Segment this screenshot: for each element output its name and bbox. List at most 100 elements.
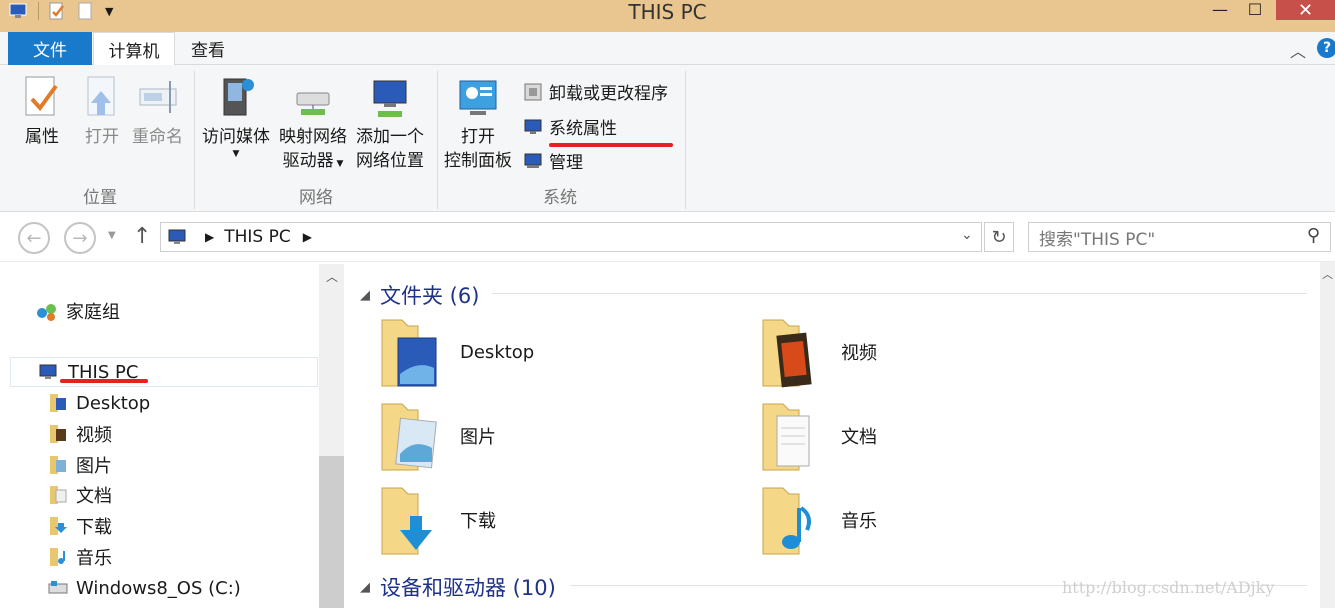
nav-item-desktop[interactable]: Desktop — [48, 389, 150, 417]
homegroup-icon — [37, 304, 56, 321]
folder-videos[interactable]: 视频 — [761, 314, 877, 390]
chevron-down-icon: ▼ — [333, 159, 344, 169]
recent-locations-button[interactable]: ▼ — [108, 230, 116, 241]
group-separator — [685, 71, 686, 209]
access-media-button[interactable]: 访问媒体 ▼ — [202, 73, 270, 159]
nav-scrollbar[interactable]: ︿ — [319, 264, 344, 608]
group-label-network: 网络 — [299, 188, 333, 208]
annotation-underline — [60, 379, 148, 383]
manage-button[interactable]: 管理 — [523, 148, 583, 173]
folder-documents-icon — [762, 403, 810, 471]
search-icon[interactable]: ⚲ — [1307, 225, 1320, 246]
rename-button[interactable]: 重命名 — [132, 73, 183, 149]
computer-icon — [39, 364, 57, 379]
help-icon[interactable]: ? — [1317, 38, 1335, 58]
nav-label: Desktop — [76, 392, 151, 414]
nav-item-pictures[interactable]: 图片 — [48, 451, 112, 479]
folder-videos-icon — [50, 425, 66, 443]
section-title: 设备和驱动器 (10) — [380, 576, 556, 600]
properties-button[interactable]: 属性 — [20, 73, 64, 149]
ribbon: 属性 打开 重命名 位置 访问媒体 ▼ 映射网络 驱动器 ▼ 添加一个 网络位置… — [0, 65, 1335, 212]
back-arrow-icon: ← — [26, 227, 42, 249]
group-label-location: 位置 — [83, 188, 117, 208]
folder-music[interactable]: 音乐 — [761, 482, 877, 558]
nav-item-documents[interactable]: 文档 — [48, 481, 112, 509]
add-network-location-button[interactable]: 添加一个 网络位置 — [356, 73, 424, 173]
collapse-caret-icon[interactable]: ◢ — [360, 580, 370, 595]
tab-file[interactable]: 文件 — [8, 32, 92, 65]
section-title: 文件夹 (6) — [380, 284, 480, 308]
minimize-button[interactable]: — — [1205, 0, 1235, 19]
folder-label: 音乐 — [841, 511, 877, 532]
up-button[interactable]: ↑ — [133, 224, 151, 249]
folder-pictures[interactable]: 图片 — [380, 398, 496, 474]
map-network-drive-button[interactable]: 映射网络 驱动器 ▼ — [279, 73, 347, 176]
nav-label: 家庭组 — [66, 302, 120, 323]
tab-computer[interactable]: 计算机 — [93, 32, 175, 66]
media-icon — [223, 78, 254, 116]
nav-item-homegroup[interactable]: 家庭组 — [36, 297, 120, 325]
nav-item-videos[interactable]: 视频 — [48, 420, 112, 448]
title-bar: ▼ THIS PC — ☐ ✕ — [0, 0, 1335, 32]
forward-button[interactable]: → — [64, 222, 96, 254]
group-separator — [194, 71, 195, 209]
open-control-panel-button[interactable]: 打开 控制面板 — [444, 73, 512, 173]
manage-icon — [524, 153, 542, 168]
address-dropdown-button[interactable]: ⌄ — [961, 227, 973, 243]
scroll-up-icon[interactable]: ︿ — [1322, 266, 1333, 282]
computer-icon — [168, 229, 186, 244]
folder-pictures-icon — [381, 403, 437, 471]
breadcrumb-separator-icon[interactable]: ▶ — [303, 230, 312, 244]
address-row: ← → ▼ ↑ ▶ THIS PC ▶ ⌄ ↻ 搜索"THIS PC" ⚲ — [0, 212, 1335, 262]
nav-label: 图片 — [76, 456, 112, 477]
section-header-folders[interactable]: ◢ 文件夹 (6) — [360, 280, 479, 310]
uninstall-program-button[interactable]: 卸载或更改程序 — [523, 79, 668, 104]
group-separator — [437, 71, 438, 209]
collapse-caret-icon[interactable]: ◢ — [360, 288, 370, 303]
nav-item-downloads[interactable]: 下载 — [48, 512, 112, 540]
nav-item-music[interactable]: 音乐 — [48, 543, 112, 571]
open-button[interactable]: 打开 — [80, 73, 124, 149]
close-button[interactable]: ✕ — [1276, 0, 1335, 21]
network-location-icon — [373, 80, 407, 117]
address-bar[interactable]: ▶ THIS PC ▶ ⌄ — [160, 222, 982, 252]
folder-downloads[interactable]: 下载 — [380, 482, 496, 558]
back-button[interactable]: ← — [18, 222, 50, 254]
map-drive-label-line2: 驱动器 ▼ — [282, 151, 344, 171]
breadcrumb-this-pc[interactable]: THIS PC — [224, 227, 291, 247]
network-drive-icon — [296, 92, 330, 115]
scroll-up-icon[interactable]: ︿ — [326, 268, 338, 285]
tab-view[interactable]: 查看 — [175, 32, 241, 65]
nav-label: 音乐 — [76, 548, 112, 569]
nav-label: 下载 — [76, 517, 112, 538]
folder-pictures-icon — [50, 456, 66, 474]
folder-label: 视频 — [841, 343, 877, 364]
folder-label: 下载 — [460, 511, 496, 532]
breadcrumb-separator-icon[interactable]: ▶ — [205, 230, 214, 244]
folder-documents[interactable]: 文档 — [761, 398, 877, 474]
folder-desktop[interactable]: Desktop — [380, 314, 534, 390]
nav-item-drive-c[interactable]: Windows8_OS (C:) — [48, 574, 241, 602]
nav-scrollbar-thumb[interactable] — [319, 456, 344, 608]
content-scrollbar[interactable]: ︿ — [1320, 262, 1335, 608]
add-location-label-line2: 网络位置 — [356, 151, 424, 171]
chevron-down-icon: ▼ — [232, 149, 240, 159]
open-label: 打开 — [85, 127, 119, 147]
refresh-button[interactable]: ↻ — [984, 222, 1014, 252]
system-properties-button[interactable]: 系统属性 — [523, 114, 617, 139]
maximize-button[interactable]: ☐ — [1240, 0, 1270, 19]
content-pane: ◢ 文件夹 (6) Desktop 视频 图片 文档 下载 音乐 ◢ 设备和驱动… — [344, 262, 1335, 608]
watermark-text: http://blog.csdn.net/ADjky — [1062, 578, 1275, 597]
navigation-pane: 家庭组 THIS PC Desktop 视频 图片 文档 下载 音乐 Windo… — [0, 262, 344, 608]
folder-desktop-icon — [381, 319, 437, 387]
search-box[interactable]: 搜索"THIS PC" ⚲ — [1028, 222, 1331, 252]
system-properties-label: 系统属性 — [549, 119, 617, 139]
nav-label: 文档 — [76, 486, 112, 507]
rename-label: 重命名 — [132, 127, 183, 147]
folder-music-icon — [762, 487, 811, 555]
open-cp-label-line1: 打开 — [461, 127, 495, 147]
section-header-devices[interactable]: ◢ 设备和驱动器 (10) — [360, 572, 556, 602]
manage-label: 管理 — [549, 153, 583, 173]
map-drive-label-line1: 映射网络 — [279, 127, 347, 147]
ribbon-collapse-button[interactable]: ︿ — [1290, 38, 1306, 62]
